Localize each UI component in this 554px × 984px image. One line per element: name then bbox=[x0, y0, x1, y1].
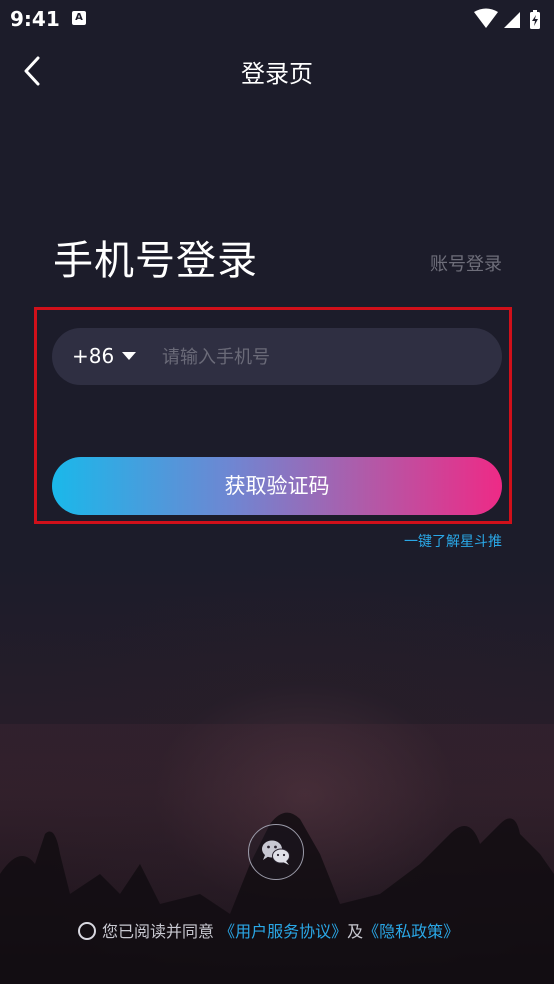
wifi-icon bbox=[474, 8, 498, 28]
caret-down-icon bbox=[122, 351, 137, 360]
agreement-conjunction: 及 bbox=[347, 922, 364, 941]
phone-input[interactable] bbox=[160, 328, 484, 387]
page-title: 登录页 bbox=[241, 60, 313, 88]
phone-field: +86 bbox=[52, 328, 502, 387]
user-agreement-link[interactable]: 《用户服务协议》 bbox=[219, 922, 347, 941]
learn-more-link[interactable]: 一键了解星斗推 bbox=[404, 531, 502, 551]
notification-icon: A bbox=[72, 11, 86, 25]
status-icons bbox=[474, 8, 540, 29]
status-bar: 9:41 A bbox=[0, 0, 554, 36]
agreement-prefix: 您已阅读并同意 bbox=[102, 922, 215, 941]
get-code-button[interactable]: 获取验证码 bbox=[52, 457, 502, 515]
signal-icon bbox=[504, 12, 520, 28]
battery-icon bbox=[530, 10, 540, 29]
header: 登录页 bbox=[0, 36, 554, 106]
wechat-icon bbox=[262, 840, 290, 865]
agree-radio[interactable] bbox=[78, 921, 96, 940]
login-title: 手机号登录 bbox=[53, 238, 258, 284]
privacy-policy-link[interactable]: 《隐私政策》 bbox=[363, 922, 459, 941]
country-code-label: +86 bbox=[72, 344, 115, 368]
agreement-row: 您已阅读并同意 《用户服务协议》及《隐私政策》 bbox=[78, 918, 459, 942]
account-login-link[interactable]: 账号登录 bbox=[430, 250, 502, 276]
status-time: 9:41 bbox=[10, 7, 60, 31]
country-code-selector[interactable]: +86 bbox=[72, 328, 137, 385]
wechat-login-button[interactable] bbox=[248, 824, 304, 880]
